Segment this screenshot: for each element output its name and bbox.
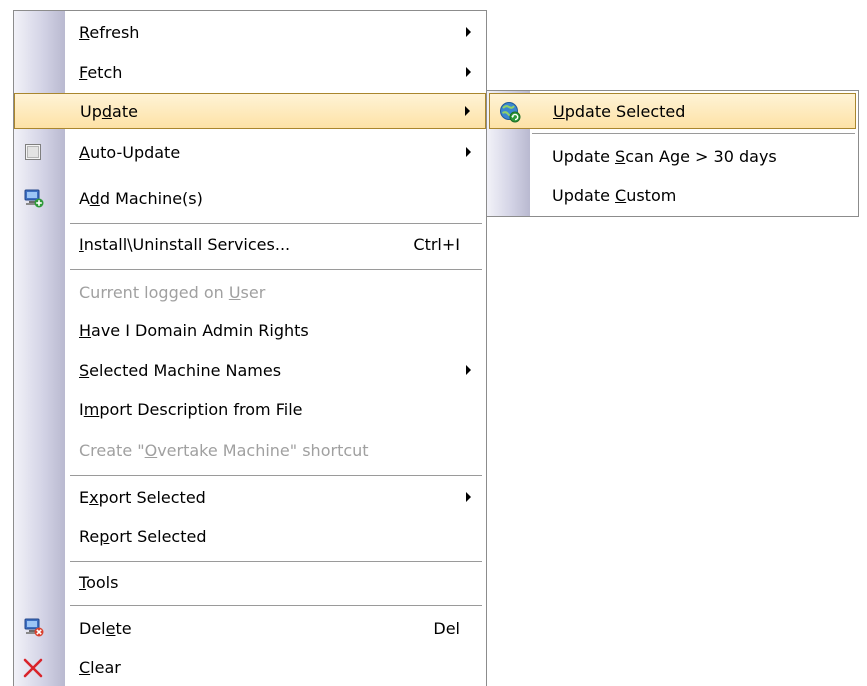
checkbox-icon[interactable]: [24, 143, 42, 161]
submenu-arrow-icon: [466, 492, 471, 502]
menu-item-label: Clear: [79, 657, 121, 677]
shortcut-label: Ctrl+I: [413, 234, 460, 254]
menu-item-label: Update: [80, 101, 138, 121]
submenu-item-update-selected[interactable]: Update Selected: [489, 93, 856, 129]
menu-item-label: Update Selected: [553, 101, 686, 121]
menu-item-export-selected[interactable]: Export Selected: [14, 479, 486, 515]
menu-separator: [70, 475, 482, 476]
delete-machine-icon: [24, 618, 44, 637]
menu-item-have-i-domain-admin-rights[interactable]: Have I Domain Admin Rights: [14, 312, 486, 348]
menu-item-label: Tools: [79, 572, 119, 592]
menu-item-clear[interactable]: Clear: [14, 649, 486, 685]
menu-item-label: Auto-Update: [79, 142, 181, 162]
menu-separator: [70, 223, 482, 224]
globe-update-icon: [500, 102, 521, 123]
submenu-arrow-icon: [466, 147, 471, 157]
menu-item-label: Have I Domain Admin Rights: [79, 320, 309, 340]
menu-item-label: Selected Machine Names: [79, 360, 282, 380]
add-machine-icon: [24, 189, 44, 208]
menu-item-delete[interactable]: Delete Del: [14, 610, 486, 646]
menu-separator: [70, 561, 482, 562]
submenu-arrow-icon: [466, 67, 471, 77]
menu-item-report-selected[interactable]: Report Selected: [14, 518, 486, 554]
menu-item-label: Import Description from File: [79, 399, 303, 419]
menu-item-install-uninstall-services[interactable]: Install\Uninstall Services... Ctrl+I: [14, 226, 486, 262]
menu-item-label: Report Selected: [79, 526, 207, 546]
shortcut-label: Del: [433, 618, 460, 638]
menu-item-label: Delete: [79, 618, 132, 638]
menu-item-label: Current logged on User: [79, 282, 266, 302]
menu-item-label: Install\Uninstall Services...: [79, 234, 291, 254]
update-submenu: Update Selected Update Scan Age > 30 day…: [486, 90, 859, 217]
submenu-arrow-icon: [466, 27, 471, 37]
menu-separator: [70, 269, 482, 270]
submenu-item-update-custom[interactable]: Update Custom: [487, 177, 858, 213]
menu-item-refresh[interactable]: Refresh: [14, 14, 486, 50]
menu-item-label: Update Scan Age > 30 days: [552, 146, 777, 166]
menu-item-label: Create "Overtake Machine" shortcut: [79, 440, 369, 460]
submenu-arrow-icon: [466, 365, 471, 375]
menu-item-label: Refresh: [79, 22, 140, 42]
submenu-arrow-icon: [465, 106, 470, 116]
menu-item-update[interactable]: Update: [14, 93, 486, 129]
context-menu: Refresh Fetch Update Auto-Update Add Mac…: [13, 10, 487, 686]
menu-item-create-overtake-shortcut: Create "Overtake Machine" shortcut: [14, 432, 486, 468]
menu-item-add-machines[interactable]: Add Machine(s): [14, 180, 486, 216]
menu-item-import-description[interactable]: Import Description from File: [14, 391, 486, 427]
menu-item-label: Export Selected: [79, 487, 206, 507]
menu-separator: [70, 605, 482, 606]
menu-item-label: Update Custom: [552, 185, 677, 205]
menu-separator: [532, 133, 855, 134]
submenu-item-update-scan-age[interactable]: Update Scan Age > 30 days: [487, 138, 858, 174]
menu-item-selected-machine-names[interactable]: Selected Machine Names: [14, 352, 486, 388]
menu-item-label: Add Machine(s): [79, 188, 203, 208]
menu-item-fetch[interactable]: Fetch: [14, 54, 486, 90]
menu-item-current-logged-on-user: Current logged on User: [14, 274, 486, 310]
menu-item-auto-update[interactable]: Auto-Update: [14, 134, 486, 170]
menu-item-tools[interactable]: Tools: [14, 564, 486, 600]
menu-item-label: Fetch: [79, 62, 123, 82]
clear-x-icon: [23, 658, 43, 678]
